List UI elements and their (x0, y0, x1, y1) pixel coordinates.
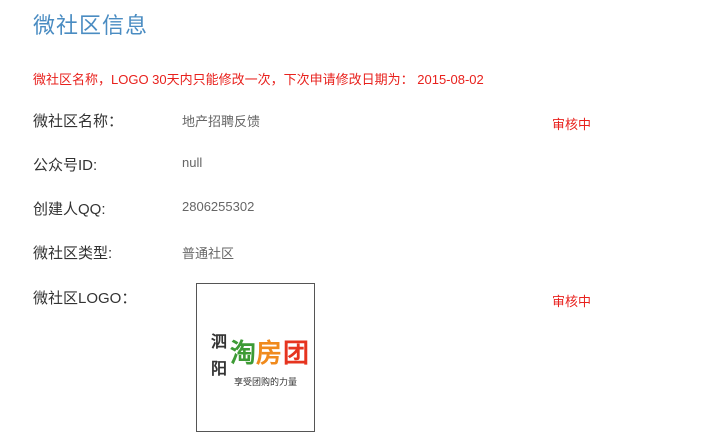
logo-main-char-3: 团 (283, 339, 309, 369)
field-row-name: 微社区名称： 地产招聘反馈 审核中 (33, 110, 693, 132)
logo-graphic: 泗 阳 淘 房 团 享受团购的力量 (211, 332, 309, 388)
creator-qq-label: 创建人QQ: (33, 201, 106, 218)
edit-limit-notice: 微社区名称，LOGO 30天内只能修改一次，下次申请修改日期为： 2015-08… (33, 72, 484, 87)
name-status-badge: 审核中 (552, 117, 592, 132)
logo-left-char-1: 泗 (211, 332, 227, 351)
logo-label: 微社区LOGO： (33, 290, 137, 307)
logo-tagline: 享受团购的力量 (234, 376, 297, 388)
logo-main-char-1: 淘 (230, 339, 256, 369)
field-row-account-id: 公众号ID: null (33, 154, 693, 176)
community-logo-image: 泗 阳 淘 房 团 享受团购的力量 (196, 283, 315, 432)
type-value: 普通社区 (182, 246, 235, 261)
page-title: 微社区信息 (33, 13, 149, 38)
field-row-type: 微社区类型: 普通社区 (33, 242, 693, 264)
account-id-value: null (182, 155, 203, 170)
account-id-label: 公众号ID: (33, 157, 98, 174)
logo-status-badge: 审核中 (552, 294, 592, 309)
field-row-logo: 微社区LOGO： 审核中 (33, 287, 693, 309)
logo-left-char-2: 阳 (211, 359, 227, 378)
creator-qq-value: 2806255302 (182, 199, 255, 214)
name-value: 地产招聘反馈 (182, 114, 261, 129)
logo-main-char-2: 房 (256, 339, 282, 369)
name-label: 微社区名称： (33, 113, 124, 130)
field-row-creator-qq: 创建人QQ: 2806255302 (33, 198, 693, 220)
type-label: 微社区类型: (33, 245, 113, 262)
